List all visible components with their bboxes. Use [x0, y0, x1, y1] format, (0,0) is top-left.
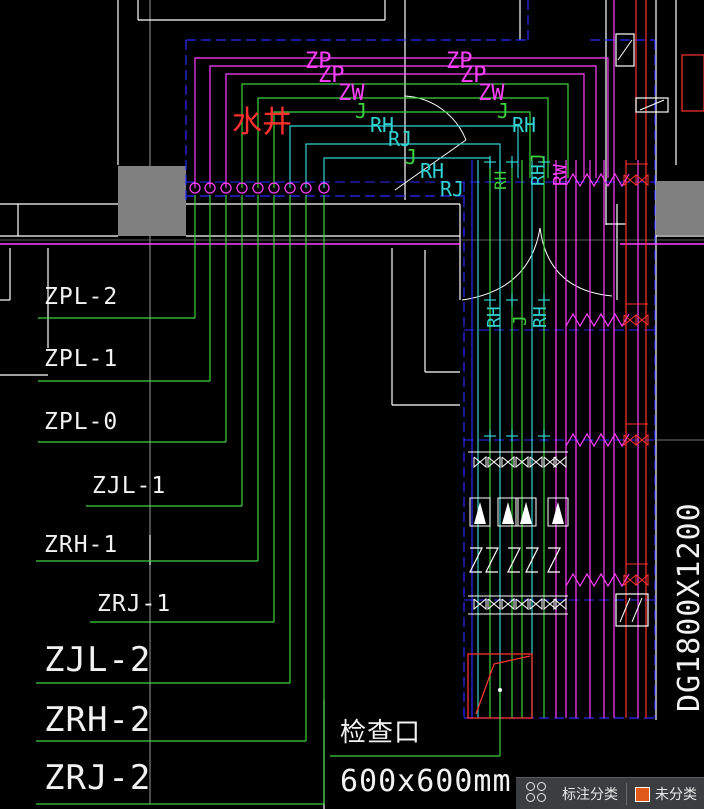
equipment-box [639, 99, 665, 111]
pipe-tag-zrh-1: ZRH-1 [44, 532, 119, 558]
equipment-box [681, 54, 704, 112]
riser-label-j: RH [491, 171, 510, 190]
pipe-tag-zrj-1: ZRJ-1 [97, 591, 172, 617]
strainer-symbol [485, 547, 499, 573]
cad-drawing-canvas[interactable]: ZP ZP ZP ZP ZW ZW J J RH RH RJ J RH RJ 水井 RH J RW RH J RH RH … [0, 0, 704, 809]
toolbar-divider [626, 783, 627, 805]
strainer-symbol [507, 547, 521, 573]
inspection-leader-dot [498, 688, 502, 692]
riser-label-j: J [510, 315, 531, 326]
pipe-tag-zrh-2: ZRH-2 [44, 700, 152, 740]
unclassified-color-swatch [635, 786, 650, 802]
equipment-box [631, 597, 643, 623]
duct-size-label: DG1800X1200 [672, 502, 704, 712]
room-label-water-shaft: 水井 [232, 105, 292, 140]
run-label-j: J [355, 99, 367, 123]
run-label-j: J [497, 99, 509, 123]
riser-label-rh: RH [528, 164, 549, 186]
column-fill [118, 166, 186, 236]
equipment-box [617, 39, 633, 61]
pipe-tag-zpl-1: ZPL-1 [44, 346, 119, 372]
inspection-opening-size: 600x600mm [340, 764, 512, 799]
riser-label-rw: RW [550, 164, 571, 186]
pipe-shaft-plan: ZP ZPZP ZPZW ZWJ JRH RHRJJRHRJ水井RHJRWRH J RHRH [0, 0, 704, 809]
column-fill [656, 181, 704, 235]
grid-circles-icon[interactable] [524, 780, 552, 808]
strainer-symbol [547, 547, 561, 573]
door-arc [404, 95, 467, 141]
pipe-tag-zrj-2: ZRJ-2 [44, 758, 152, 798]
meter-triangle [474, 502, 486, 524]
run-label-j: J [405, 145, 417, 169]
equipment-box [619, 597, 631, 623]
run-label-rh: RH [512, 113, 536, 137]
classification-toolbar: 标注分类 未分类 [516, 777, 704, 809]
annotate-classify-button[interactable]: 标注分类 [562, 784, 618, 804]
run-label-rj: RJ [440, 177, 464, 201]
riser-label-j: J [528, 153, 549, 164]
riser-label-rh: RH [484, 306, 505, 328]
pipe-tag-zpl-2: ZPL-2 [44, 284, 119, 310]
pipe-tag-zpl-0: ZPL-0 [44, 409, 119, 435]
riser-label-rh: RH [530, 306, 551, 328]
valve-symbol [473, 455, 487, 469]
pipe-tag-zjl-1: ZJL-1 [92, 473, 167, 499]
pipe-tag-zjl-2: ZJL-2 [44, 640, 152, 680]
door-arc [461, 227, 541, 301]
meter-triangle [552, 502, 564, 524]
unclassified-button[interactable]: 未分类 [655, 784, 697, 804]
inspection-opening-label: 检查口 [340, 718, 422, 748]
